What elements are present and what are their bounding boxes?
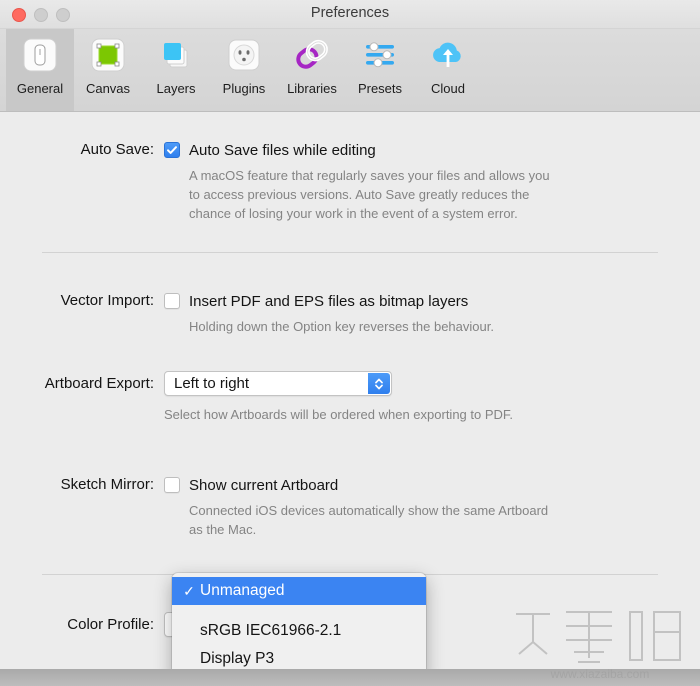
- vector-import-checkbox-label: Insert PDF and EPS files as bitmap layer…: [189, 292, 469, 310]
- sketch-mirror-checkbox-row[interactable]: Show current Artboard: [164, 475, 559, 495]
- color-profile-menu[interactable]: ✓ Unmanaged sRGB IEC61966-2.1 Display P3: [172, 573, 426, 669]
- chain-links-icon: [292, 35, 332, 75]
- vector-import-checkbox-row[interactable]: Insert PDF and EPS files as bitmap layer…: [164, 291, 494, 311]
- sketch-mirror-checkbox-label: Show current Artboard: [189, 476, 339, 494]
- vector-import-label: Vector Import:: [60, 292, 154, 309]
- screen: Preferences General Canvas Layers Plugin…: [0, 0, 700, 686]
- separator-1: [42, 252, 658, 253]
- tab-general-label: General: [16, 81, 64, 96]
- chevron-up-down-icon[interactable]: [368, 373, 390, 394]
- window-title: Preferences: [310, 5, 390, 21]
- tab-plugins[interactable]: Plugins: [210, 29, 278, 111]
- preferences-window: Preferences General Canvas Layers Plugin…: [0, 0, 700, 669]
- stacked-layers-icon: [156, 35, 196, 75]
- tab-canvas-label: Canvas: [85, 81, 131, 96]
- setting-vector-import: Vector Import: Insert PDF and EPS files …: [42, 291, 494, 336]
- auto-save-hint: A macOS feature that regularly saves you…: [189, 168, 550, 221]
- artboard-export-label: Artboard Export:: [44, 375, 154, 392]
- color-profile-label: Color Profile:: [67, 616, 154, 633]
- power-outlet-icon: [224, 35, 264, 75]
- window-drop-shadow: [0, 669, 700, 686]
- tab-presets-label: Presets: [357, 81, 403, 96]
- window-titlebar: Preferences: [0, 0, 700, 29]
- setting-artboard-export: Artboard Export: Left to right Select ho…: [42, 371, 513, 424]
- sketch-mirror-label: Sketch Mirror:: [60, 476, 154, 493]
- setting-sketch-mirror: Sketch Mirror: Show current Artboard Con…: [42, 475, 559, 539]
- auto-save-label: Auto Save:: [80, 141, 154, 158]
- tab-presets[interactable]: Presets: [346, 29, 414, 111]
- tab-cloud[interactable]: Cloud: [414, 29, 482, 111]
- auto-save-checkbox-label: Auto Save files while editing: [189, 141, 376, 159]
- menu-item-unmanaged[interactable]: ✓ Unmanaged: [172, 577, 426, 605]
- sliders-icon: [360, 35, 400, 75]
- tab-cloud-label: Cloud: [431, 81, 465, 96]
- tab-libraries[interactable]: Libraries: [278, 29, 346, 111]
- auto-save-checkbox[interactable]: [164, 142, 180, 158]
- menu-spacer: [172, 605, 426, 617]
- menu-item-srgb-label: sRGB IEC61966-2.1: [200, 622, 342, 639]
- toggle-switch-icon: [20, 35, 60, 75]
- setting-auto-save: Auto Save: Auto Save files while editing…: [42, 140, 559, 223]
- menu-item-srgb[interactable]: sRGB IEC61966-2.1: [172, 617, 426, 645]
- tab-general[interactable]: General: [6, 29, 74, 111]
- menu-item-display-p3-label: Display P3: [200, 650, 275, 667]
- tab-libraries-label: Libraries: [287, 81, 337, 96]
- preferences-toolbar: General Canvas Layers Plugins Libraries …: [0, 29, 700, 112]
- sketch-mirror-hint: Connected iOS devices automatically show…: [189, 503, 549, 537]
- menu-item-unmanaged-label: Unmanaged: [200, 582, 285, 599]
- green-canvas-icon: [88, 35, 128, 75]
- cloud-upload-icon: [428, 35, 468, 75]
- tab-plugins-label: Plugins: [222, 81, 266, 96]
- artboard-export-hint: Select how Artboards will be ordered whe…: [164, 407, 514, 422]
- tab-canvas[interactable]: Canvas: [74, 29, 142, 111]
- artboard-export-select[interactable]: Left to right: [164, 371, 392, 396]
- sketch-mirror-checkbox[interactable]: [164, 477, 180, 493]
- vector-import-hint: Holding down the Option key reverses the…: [189, 319, 494, 334]
- menu-item-display-p3[interactable]: Display P3: [172, 645, 426, 669]
- tab-layers-label: Layers: [156, 81, 196, 96]
- artboard-export-value: Left to right: [174, 375, 250, 392]
- checkmark-icon: ✓: [183, 582, 195, 599]
- tab-layers[interactable]: Layers: [142, 29, 210, 111]
- vector-import-checkbox[interactable]: [164, 293, 180, 309]
- auto-save-checkbox-row[interactable]: Auto Save files while editing: [164, 140, 559, 160]
